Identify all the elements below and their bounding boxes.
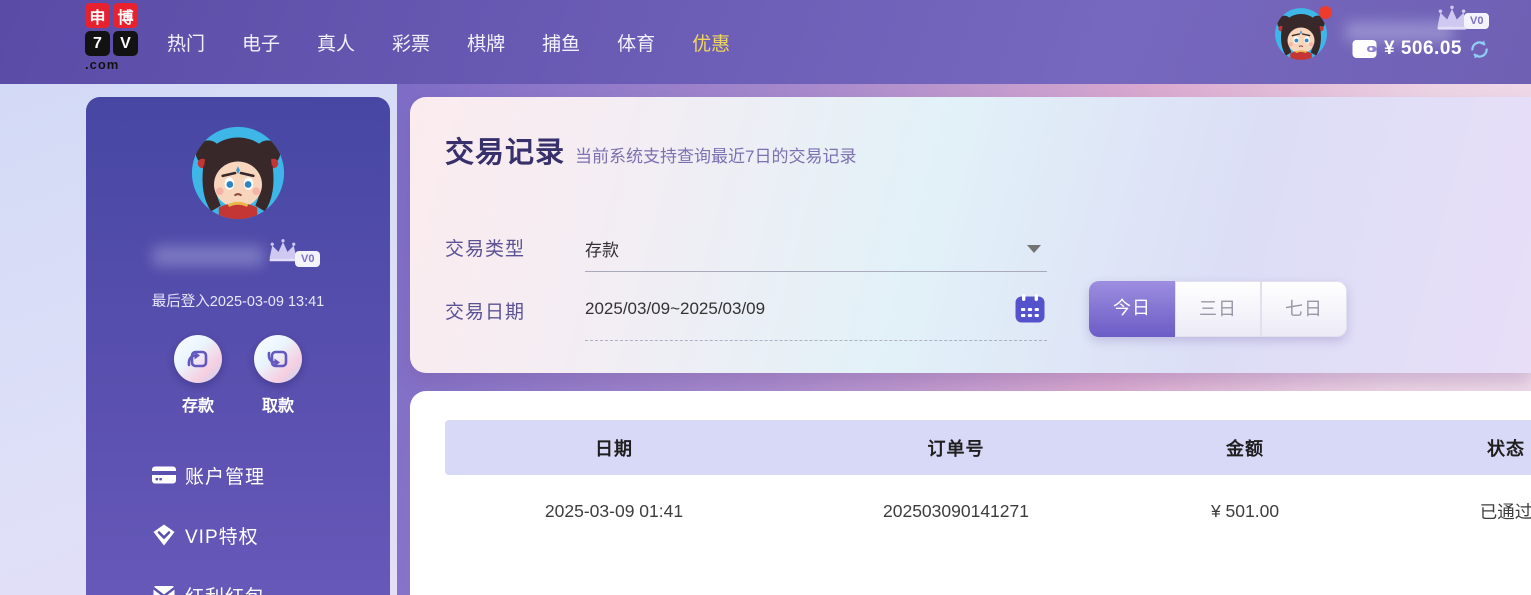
top-navigation-bar: 申 博 7 V .com 热门 电子 真人 彩票 棋牌 捕鱼 体育 优惠 V0 … — [0, 0, 1531, 84]
deposit-label: 存款 — [162, 392, 234, 416]
profile-sidebar: V0 最后登入2025-03-09 13:41 存款 取款 账户管理 VIP特权… — [86, 97, 390, 595]
logo-block: 博 — [113, 3, 138, 28]
cell-order-number: 202503090141271 — [783, 501, 1129, 522]
balance-amount: ¥ 506.05 — [1384, 38, 1462, 60]
transaction-date-label: 交易日期 — [445, 297, 525, 324]
transaction-table-card: 日期 订单号 金额 状态 2025-03-09 01:41 2025030901… — [410, 391, 1531, 595]
gem-icon — [152, 523, 176, 547]
range-button-seven-days[interactable]: 七日 — [1261, 281, 1347, 337]
nav-item-slots[interactable]: 电子 — [242, 29, 280, 56]
transaction-filter-card: 交易记录 当前系统支持查询最近7日的交易记录 交易类型 存款 交易日期 2025… — [410, 97, 1531, 373]
notification-dot — [1319, 6, 1332, 19]
range-button-today[interactable]: 今日 — [1089, 281, 1175, 337]
sidebar-item-vip-privileges[interactable]: VIP特权 — [152, 522, 259, 548]
red-packet-icon — [152, 583, 176, 595]
table-row: 2025-03-09 01:41 202503090141271 ¥ 501.0… — [445, 475, 1531, 547]
nav-item-promotions[interactable]: 优惠 — [692, 29, 730, 56]
nav-item-sports[interactable]: 体育 — [617, 29, 655, 56]
wallet-balance: ¥ 506.05 — [1352, 38, 1490, 60]
range-button-three-days[interactable]: 三日 — [1175, 281, 1261, 337]
transaction-type-select[interactable] — [585, 240, 1047, 272]
nav-item-boardgames[interactable]: 棋牌 — [467, 29, 505, 56]
site-logo[interactable]: 申 博 7 V .com — [85, 3, 141, 71]
deposit-icon — [174, 335, 222, 383]
username-redacted — [152, 246, 264, 266]
nav-item-fishing[interactable]: 捕鱼 — [542, 29, 580, 56]
vip-level-badge: V0 — [295, 251, 320, 267]
sidebar-item-label: 红利红包 — [185, 582, 265, 595]
table-header-row: 日期 订单号 金额 状态 — [445, 420, 1531, 475]
cell-date: 2025-03-09 01:41 — [445, 501, 783, 522]
deposit-button[interactable]: 存款 — [162, 335, 234, 416]
card-icon — [152, 463, 176, 487]
profile-name-row: V0 — [86, 243, 390, 269]
nav-item-hot[interactable]: 热门 — [167, 29, 205, 56]
chevron-down-icon[interactable] — [1027, 245, 1041, 253]
cell-status: 已通过 — [1361, 499, 1531, 524]
sidebar-item-bonus-redpacket[interactable]: 红利红包 — [152, 582, 265, 595]
vip-level-badge: V0 — [1464, 13, 1489, 29]
date-range-button-group: 今日 三日 七日 — [1089, 281, 1347, 337]
main-nav-menu: 热门 电子 真人 彩票 棋牌 捕鱼 体育 优惠 — [167, 0, 730, 84]
logo-suffix: .com — [85, 59, 141, 71]
nav-item-live[interactable]: 真人 — [317, 29, 355, 56]
transaction-date-field[interactable] — [585, 304, 1047, 341]
table-header-order-number: 订单号 — [783, 435, 1129, 461]
table-header-date: 日期 — [445, 435, 783, 461]
logo-block: 申 — [85, 3, 110, 28]
withdraw-button[interactable]: 取款 — [242, 335, 314, 416]
cell-amount: ¥ 501.00 — [1129, 501, 1361, 522]
sidebar-item-label: 账户管理 — [185, 462, 265, 489]
logo-block: 7 — [85, 31, 110, 56]
page-subtitle: 当前系统支持查询最近7日的交易记录 — [575, 142, 856, 167]
withdraw-icon — [254, 335, 302, 383]
profile-avatar[interactable] — [190, 125, 286, 221]
nav-item-lottery[interactable]: 彩票 — [392, 29, 430, 56]
refresh-balance-icon[interactable] — [1469, 39, 1490, 60]
transaction-type-label: 交易类型 — [445, 234, 525, 261]
table-header-status: 状态 — [1361, 435, 1531, 461]
calendar-icon[interactable] — [1015, 294, 1045, 323]
sidebar-item-account-management[interactable]: 账户管理 — [152, 462, 265, 488]
wallet-icon — [1352, 39, 1377, 59]
table-header-amount: 金额 — [1129, 435, 1361, 461]
page-title: 交易记录 — [445, 129, 565, 171]
last-login-text: 最后登入2025-03-09 13:41 — [86, 290, 390, 311]
sidebar-item-label: VIP特权 — [185, 522, 259, 549]
withdraw-label: 取款 — [242, 392, 314, 416]
logo-block: V — [113, 31, 138, 56]
title-row: 交易记录 当前系统支持查询最近7日的交易记录 — [445, 129, 856, 171]
